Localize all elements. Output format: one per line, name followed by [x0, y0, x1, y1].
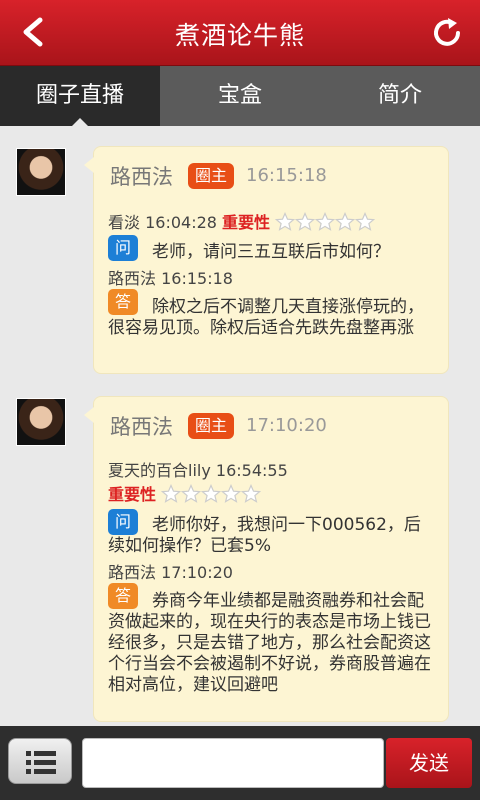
star-empty-icon — [355, 211, 376, 231]
importance-label: 重要性 — [222, 213, 271, 232]
tab-live[interactable]: 圈子直播 — [0, 66, 160, 126]
asker-info: 看淡 16:04:28 — [108, 213, 217, 232]
asker-info: 夏天的百合lily 16:54:55 — [108, 461, 288, 480]
star-empty-icon — [335, 211, 356, 231]
avatar[interactable] — [16, 398, 66, 446]
answer-text: 券商今年业绩都是融资融券和社会配资做起来的，现在央行的表态是市场上钱已经很多，只… — [108, 591, 431, 695]
tab-treasure-box[interactable]: 宝盒 — [160, 66, 320, 126]
avatar[interactable] — [16, 148, 66, 196]
author-name: 路西法 — [110, 415, 173, 439]
tab-intro[interactable]: 简介 — [320, 66, 480, 126]
star-empty-icon — [161, 483, 182, 503]
post-card: 路西法 圈主 16:15:18 看淡 16:04:28 重要性 问 老师，请问三… — [84, 146, 449, 374]
tab-bar: 圈子直播 宝盒 简介 — [0, 66, 480, 126]
importance-stars — [275, 211, 376, 236]
post-time: 16:15:18 — [246, 165, 327, 186]
send-button[interactable]: 发送 — [386, 738, 472, 788]
post-time: 17:10:20 — [246, 415, 327, 436]
refresh-icon[interactable] — [428, 14, 466, 52]
answerer-info: 路西法 17:10:20 — [108, 563, 233, 582]
star-empty-icon — [275, 211, 296, 231]
page-title: 煮酒论牛熊 — [174, 21, 305, 50]
star-empty-icon — [295, 211, 316, 231]
composer-bar: 发送 — [0, 726, 480, 800]
author-name: 路西法 — [110, 165, 173, 189]
star-empty-icon — [315, 211, 336, 231]
star-empty-icon — [221, 483, 242, 503]
post-card: 路西法 圈主 17:10:20 夏天的百合lily 16:54:55 重要性 问… — [84, 396, 449, 722]
star-empty-icon — [181, 483, 202, 503]
list-icon — [26, 751, 56, 774]
owner-badge: 圈主 — [188, 413, 235, 439]
message-input[interactable] — [82, 738, 384, 788]
importance-stars — [161, 483, 262, 508]
live-feed[interactable]: 路西法 圈主 16:15:18 看淡 16:04:28 重要性 问 老师，请问三… — [0, 126, 480, 726]
question-text: 老师你好，我想问一下000562，后续如何操作？已套5% — [108, 515, 421, 556]
question-icon: 问 — [108, 235, 138, 261]
title-bar: 煮酒论牛熊 — [0, 0, 480, 66]
star-empty-icon — [241, 483, 262, 503]
menu-button[interactable] — [8, 738, 72, 784]
answerer-info: 路西法 16:15:18 — [108, 269, 233, 288]
question-text: 老师，请问三五互联后市如何？ — [152, 242, 390, 262]
importance-row: 重要性 — [108, 481, 262, 508]
importance-label: 重要性 — [108, 485, 157, 504]
answer-text: 除权之后不调整几天直接涨停玩的，很容易见顶。除权后适合先跌先盘整再涨 — [108, 297, 424, 338]
owner-badge: 圈主 — [188, 163, 235, 189]
question-meta: 看淡 16:04:28 重要性 — [108, 209, 376, 236]
star-empty-icon — [201, 483, 222, 503]
